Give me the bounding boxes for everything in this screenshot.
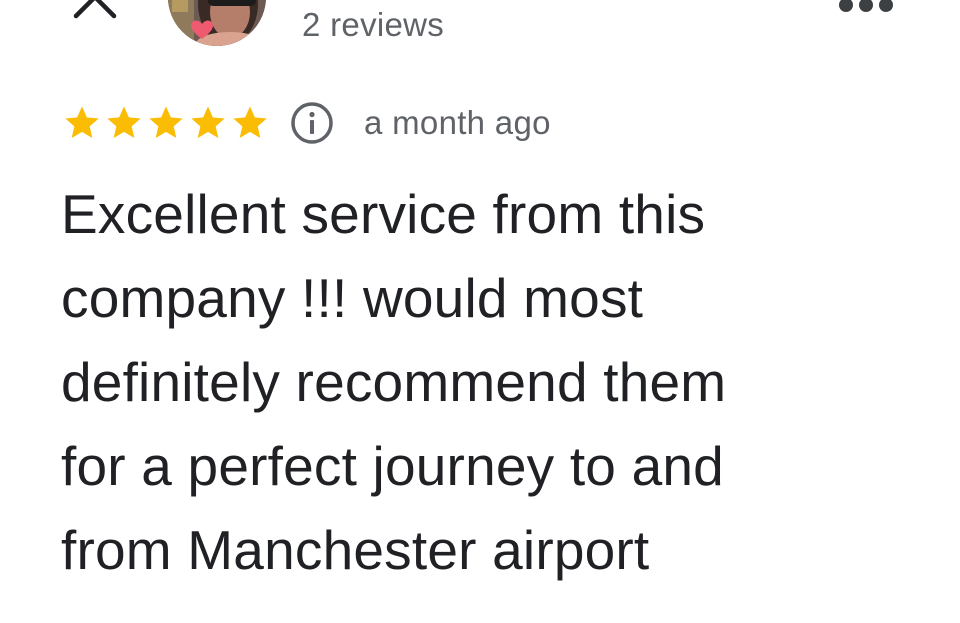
rating-row: a month ago [62, 98, 551, 148]
review-detail-screen: 2 reviews a month ago Excellent service … [0, 0, 960, 623]
more-horizontal-icon [839, 0, 893, 12]
review-text-line: from Manchester airport [61, 519, 650, 581]
close-icon [73, 0, 117, 19]
avatar-photo [168, 0, 266, 46]
review-text-line: Excellent service from this [61, 183, 706, 245]
star-icon [65, 106, 99, 138]
review-date: a month ago [364, 104, 551, 141]
review-text: Excellent service from this company !!! … [61, 172, 901, 592]
star-rating [62, 103, 270, 143]
reviewer-avatar[interactable] [168, 0, 266, 46]
star-icon [107, 106, 141, 138]
star-icon [233, 106, 267, 138]
review-text-line: for a perfect journey to and [61, 435, 724, 497]
info-button[interactable] [290, 101, 334, 145]
more-options-button[interactable] [836, 0, 896, 14]
star-icon [191, 106, 225, 138]
star-icon [149, 106, 183, 138]
close-button[interactable] [70, 0, 122, 22]
info-icon [291, 102, 333, 144]
review-text-line: company !!! would most [61, 267, 644, 329]
review-text-line: definitely recommend them [61, 351, 727, 413]
heart-icon [191, 20, 213, 39]
reviewer-review-count: 2 reviews [302, 6, 445, 43]
